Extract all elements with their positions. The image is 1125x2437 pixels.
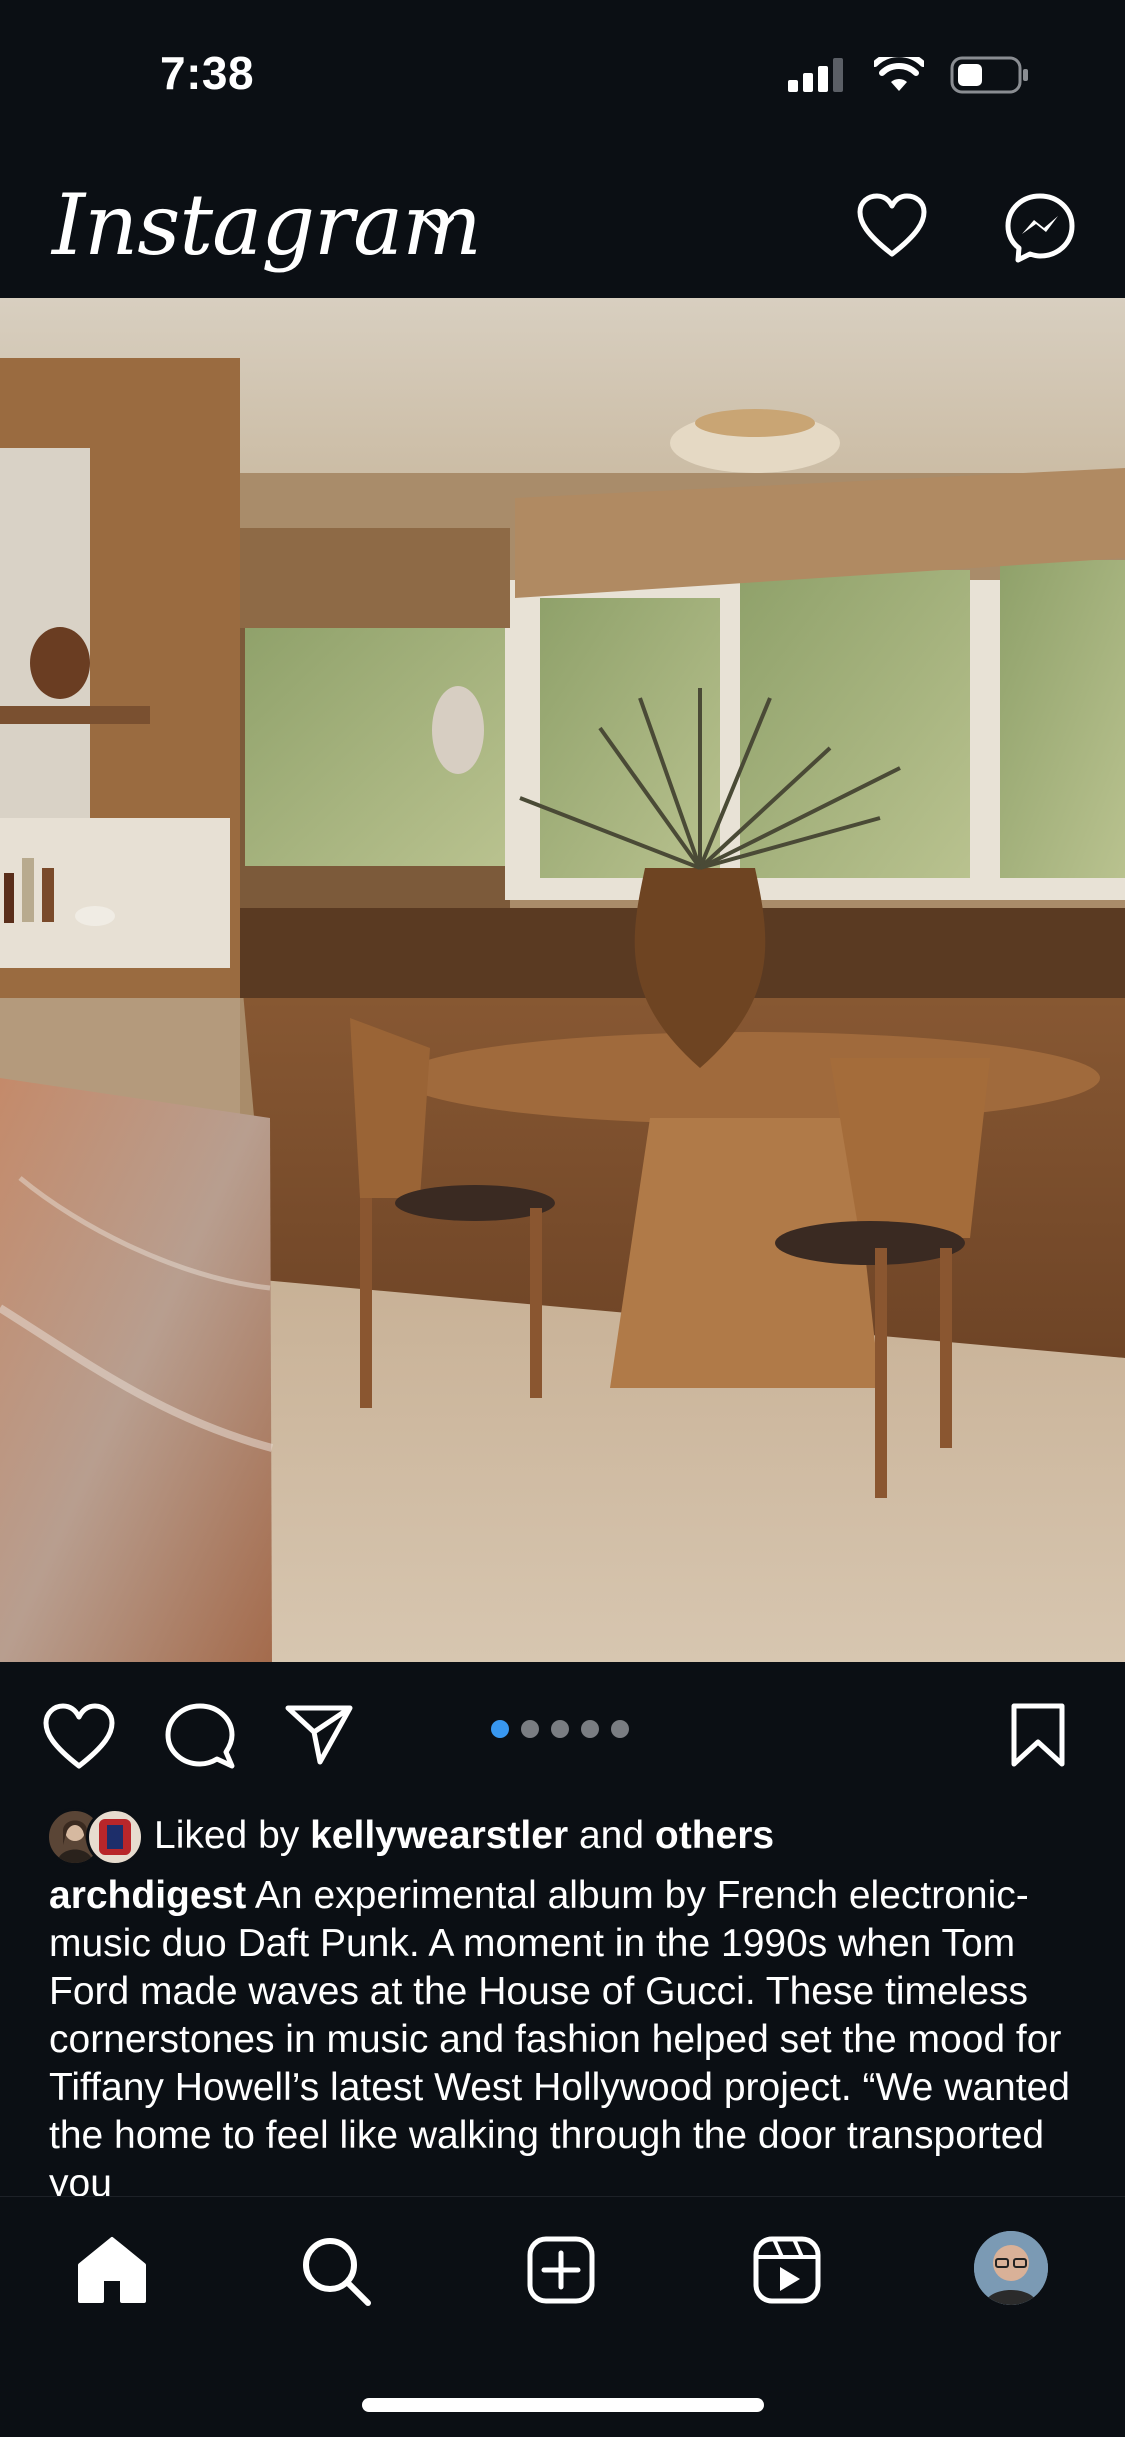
liker-avatars (46, 1808, 146, 1866)
cellular-signal-icon (788, 58, 843, 92)
messenger-icon[interactable] (1004, 192, 1076, 264)
post-photo-illustration (0, 298, 1125, 1662)
likes-summary[interactable]: Liked by kellywearstler and others (46, 1806, 774, 1866)
caption-username[interactable]: archdigest (49, 1874, 246, 1917)
save-bookmark-icon[interactable] (1010, 1702, 1066, 1768)
instagram-logo[interactable]: Instagram (52, 176, 482, 274)
battery-icon (950, 56, 1028, 94)
caption-container: archdigest An experimental album by Fren… (0, 1872, 1125, 2196)
like-heart-icon[interactable] (42, 1702, 116, 1772)
profile-avatar-image (974, 2231, 1048, 2305)
post-action-bar (0, 1662, 1125, 1802)
carousel-dot (611, 1720, 629, 1738)
status-bar: 7:38 (0, 0, 1125, 150)
top-navigation: Instagram (0, 170, 1125, 298)
status-time: 7:38 (160, 47, 255, 99)
chevron-down-icon[interactable] (420, 212, 456, 236)
reels-icon[interactable] (752, 2235, 822, 2305)
likes-others[interactable]: others (655, 1814, 774, 1858)
heart-icon[interactable] (856, 192, 928, 260)
caption-text: An experimental album by French electron… (49, 1874, 1070, 2196)
carousel-dot (521, 1720, 539, 1738)
carousel-dot (581, 1720, 599, 1738)
comment-icon[interactable] (164, 1702, 236, 1772)
search-icon[interactable] (300, 2235, 372, 2307)
carousel-indicator (491, 1720, 629, 1738)
post-image[interactable] (0, 298, 1125, 1662)
liker-avatar (86, 1808, 144, 1866)
carousel-dot (551, 1720, 569, 1738)
liker-username[interactable]: kellywearstler (310, 1814, 568, 1858)
create-icon[interactable] (526, 2235, 596, 2305)
status-icons (788, 56, 1030, 94)
likes-connector: and (578, 1814, 645, 1857)
post-caption[interactable]: archdigest An experimental album by Fren… (49, 1872, 1089, 2196)
share-icon[interactable] (284, 1702, 354, 1766)
profile-avatar[interactable] (974, 2231, 1048, 2305)
likes-prefix: Liked by (154, 1814, 300, 1857)
carousel-dot-active (491, 1720, 509, 1738)
wifi-icon (874, 57, 924, 91)
home-indicator[interactable] (362, 2398, 764, 2412)
home-icon[interactable] (76, 2235, 148, 2305)
